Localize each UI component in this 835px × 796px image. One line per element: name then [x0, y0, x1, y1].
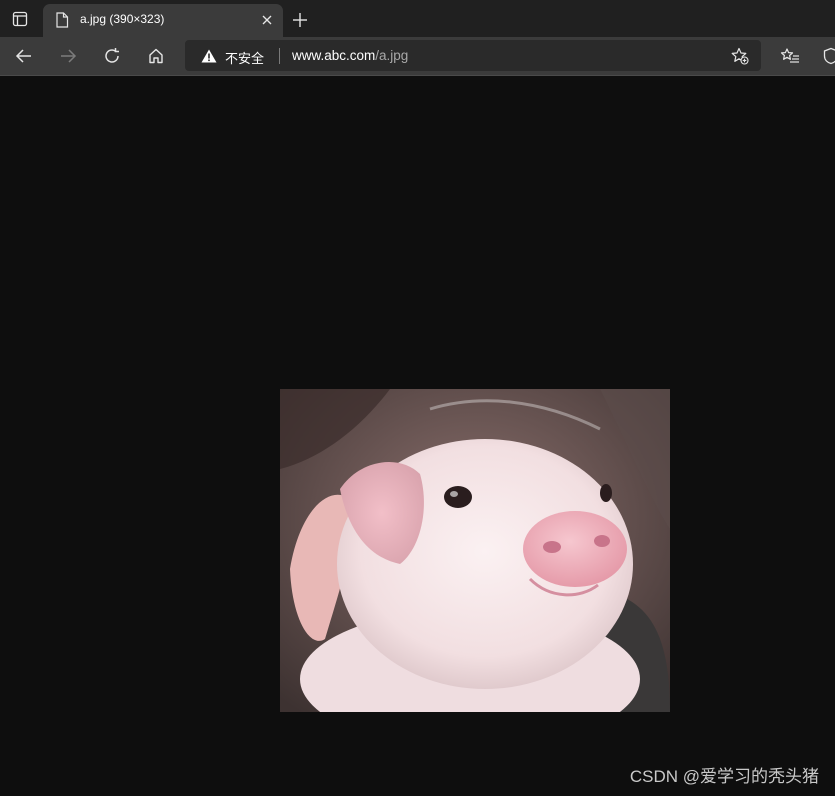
refresh-icon[interactable]	[99, 43, 125, 69]
address-divider	[279, 48, 280, 64]
pig-photo[interactable]	[280, 389, 670, 712]
home-icon[interactable]	[143, 43, 169, 69]
plus-icon[interactable]	[288, 8, 312, 32]
arrow-right-icon[interactable]	[55, 43, 81, 69]
security-label[interactable]: 不安全	[225, 48, 264, 67]
close-icon[interactable]	[259, 12, 275, 28]
active-tab[interactable]: a.jpg (390×323)	[43, 4, 283, 37]
watermark: CSDN @爱学习的秃头猪	[629, 767, 819, 786]
url-host: www.abc.com	[292, 48, 376, 63]
url-path: /a.jpg	[375, 48, 409, 63]
navigation-toolbar: 不安全 www.abc.com/a.jpg	[0, 37, 835, 76]
tab-strip: a.jpg (390×323)	[0, 0, 835, 37]
url-text[interactable]: www.abc.com/a.jpg	[292, 48, 408, 63]
address-bar[interactable]: 不安全 www.abc.com/a.jpg	[185, 40, 761, 71]
warning-triangle-icon[interactable]	[201, 48, 217, 63]
star-add-icon[interactable]	[730, 46, 750, 66]
favorites-list-icon[interactable]	[777, 43, 803, 69]
tab-title: a.jpg (390×323)	[80, 12, 165, 26]
arrow-left-icon[interactable]	[11, 43, 37, 69]
file-icon	[55, 12, 69, 28]
page-viewport: CSDN @爱学习的秃头猪	[0, 76, 835, 796]
tab-actions-icon[interactable]	[6, 7, 34, 31]
collections-icon[interactable]	[818, 43, 835, 69]
